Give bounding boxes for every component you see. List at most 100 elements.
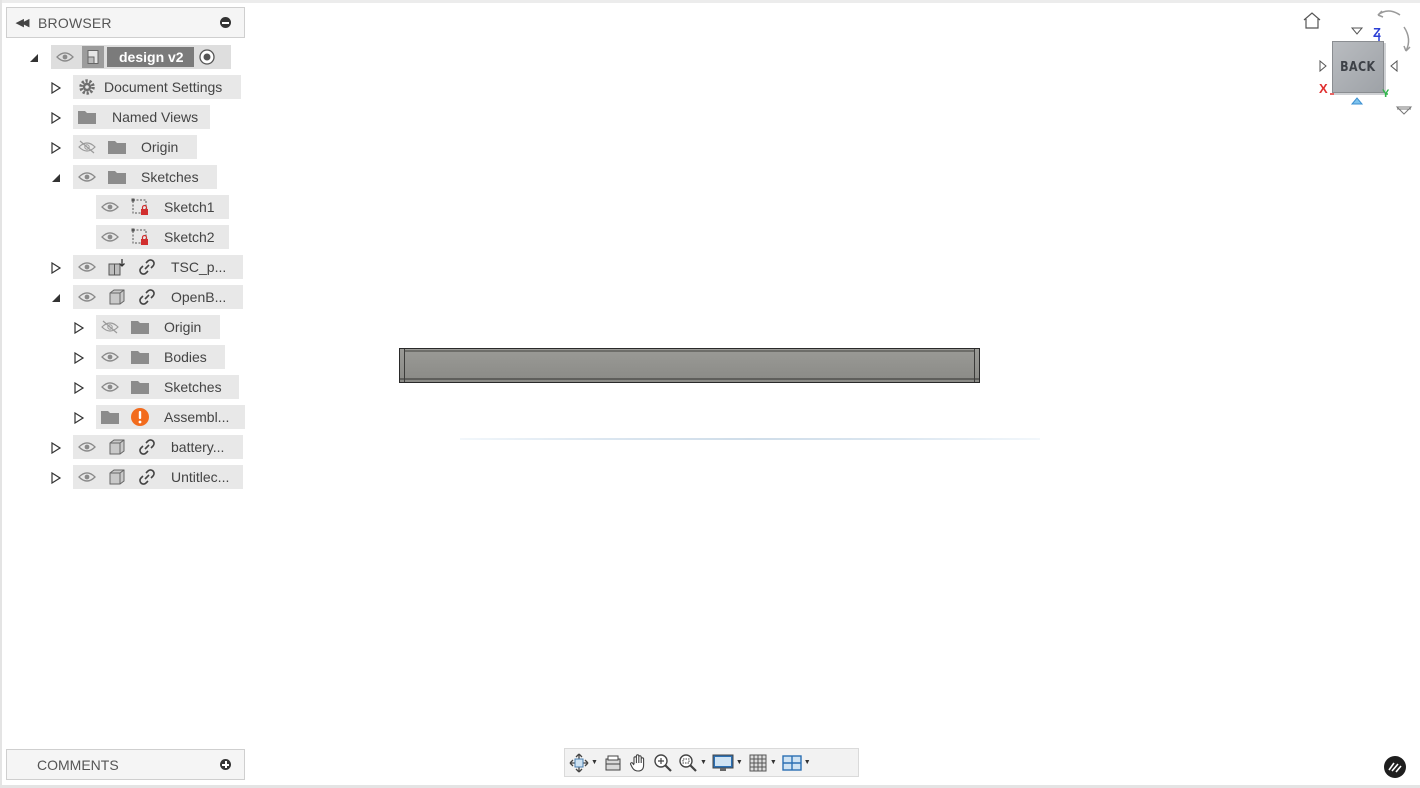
link-icon bbox=[136, 286, 158, 308]
sketch-locked-icon bbox=[129, 226, 151, 248]
grid-settings-tool[interactable]: ▼ bbox=[748, 750, 777, 776]
grid-icon bbox=[749, 754, 767, 771]
collapsed-arrow-icon[interactable] bbox=[50, 82, 62, 94]
collapsed-arrow-icon[interactable] bbox=[50, 142, 62, 154]
folder-icon bbox=[129, 316, 151, 338]
double-chevron-left-icon[interactable]: ◀◀ bbox=[7, 16, 35, 29]
collapsed-arrow-icon[interactable] bbox=[73, 382, 85, 394]
eye-hidden-icon[interactable] bbox=[76, 136, 98, 158]
app-badge-icon[interactable] bbox=[1384, 756, 1406, 778]
folder-icon bbox=[129, 346, 151, 368]
tree-item-origin[interactable]: Origin bbox=[73, 135, 197, 159]
monitor-icon bbox=[712, 754, 734, 771]
navigation-toolbar: ▼ ▼ ▼ ▼ ▼ bbox=[564, 748, 859, 777]
collapsed-arrow-icon[interactable] bbox=[73, 352, 85, 364]
tree-item-label: OpenB... bbox=[171, 289, 227, 305]
tree-item-named-views[interactable]: Named Views bbox=[73, 105, 210, 129]
collapse-panel-icon[interactable] bbox=[220, 17, 231, 28]
caret-down-icon: ▼ bbox=[803, 759, 811, 766]
tree-item-sketches-nested[interactable]: Sketches bbox=[96, 375, 239, 399]
collapsed-arrow-icon[interactable] bbox=[50, 472, 62, 484]
collapsed-arrow-icon[interactable] bbox=[50, 442, 62, 454]
collapsed-arrow-icon[interactable] bbox=[73, 412, 85, 424]
tree-item-assembly[interactable]: Assembl... bbox=[96, 405, 245, 429]
look-at-icon bbox=[605, 755, 621, 770]
display-settings-tool[interactable]: ▼ bbox=[712, 750, 743, 776]
tree-item-sketches[interactable]: Sketches bbox=[73, 165, 217, 189]
zoom-tool[interactable] bbox=[653, 750, 673, 776]
link-icon bbox=[136, 466, 158, 488]
tree-item-document-settings[interactable]: Document Settings bbox=[73, 75, 241, 99]
caret-down-icon: ▼ bbox=[769, 759, 777, 766]
collapsed-arrow-icon[interactable] bbox=[50, 262, 62, 274]
tree-item-origin-nested[interactable]: Origin bbox=[96, 315, 220, 339]
model-edge bbox=[974, 349, 975, 382]
hand-icon bbox=[629, 753, 645, 772]
tree-item-bodies[interactable]: Bodies bbox=[96, 345, 225, 369]
model-body[interactable] bbox=[399, 348, 980, 383]
eye-icon[interactable] bbox=[99, 346, 121, 368]
sketch-locked-icon bbox=[129, 196, 151, 218]
browser-panel-header: ◀◀ BROWSER bbox=[6, 7, 245, 38]
eye-icon[interactable] bbox=[99, 196, 121, 218]
expanded-arrow-icon[interactable] bbox=[28, 52, 40, 64]
comments-panel[interactable]: COMMENTS bbox=[6, 749, 245, 780]
eye-icon[interactable] bbox=[76, 286, 98, 308]
folder-icon bbox=[76, 106, 98, 128]
eye-icon[interactable] bbox=[76, 166, 98, 188]
pan-tool[interactable] bbox=[628, 750, 648, 776]
tree-item-label: battery... bbox=[171, 439, 225, 455]
eye-icon[interactable] bbox=[76, 436, 98, 458]
tree-item-label: Named Views bbox=[112, 109, 199, 125]
collapsed-arrow-icon[interactable] bbox=[50, 112, 62, 124]
orbit-icon bbox=[569, 753, 589, 772]
gear-icon bbox=[76, 76, 98, 98]
document-icon bbox=[82, 46, 104, 68]
tree-item-label: Origin bbox=[141, 139, 179, 155]
zoom-icon bbox=[654, 753, 672, 772]
link-icon bbox=[136, 256, 158, 278]
tree-item-tsc[interactable]: TSC_p... bbox=[73, 255, 243, 279]
tree-item-label: Sketches bbox=[164, 379, 222, 395]
tree-item-battery[interactable]: battery... bbox=[73, 435, 243, 459]
component-icon bbox=[106, 286, 128, 308]
axis-z-label: Z bbox=[1373, 25, 1381, 40]
eye-icon[interactable] bbox=[54, 46, 76, 68]
model-edge bbox=[404, 350, 975, 352]
look-at-tool[interactable] bbox=[603, 750, 623, 776]
comments-title: COMMENTS bbox=[37, 756, 119, 773]
tree-item-openb[interactable]: OpenB... bbox=[73, 285, 243, 309]
caret-down-icon: ▼ bbox=[699, 759, 707, 766]
tree-item-label: Sketch2 bbox=[164, 229, 215, 245]
tree-item-sketch2[interactable]: Sketch2 bbox=[96, 225, 229, 249]
tree-root-design[interactable]: design v2 bbox=[51, 45, 231, 69]
tree-item-sketch1[interactable]: Sketch1 bbox=[96, 195, 229, 219]
zoom-window-icon bbox=[679, 753, 697, 772]
caret-down-icon: ▼ bbox=[591, 759, 598, 766]
fit-tool[interactable]: ▼ bbox=[678, 750, 707, 776]
tree-item-label: Origin bbox=[164, 319, 202, 335]
expanded-arrow-icon[interactable] bbox=[50, 172, 62, 184]
component-icon bbox=[106, 436, 128, 458]
view-cube-face[interactable]: BACK bbox=[1332, 41, 1384, 93]
expanded-arrow-icon[interactable] bbox=[50, 292, 62, 304]
eye-icon[interactable] bbox=[76, 256, 98, 278]
eye-icon[interactable] bbox=[76, 466, 98, 488]
activate-radio-icon[interactable] bbox=[196, 46, 218, 68]
tree-item-untitled[interactable]: Untitlec... bbox=[73, 465, 243, 489]
eye-hidden-icon[interactable] bbox=[99, 316, 121, 338]
eye-icon[interactable] bbox=[99, 226, 121, 248]
add-comment-icon[interactable] bbox=[220, 759, 231, 770]
tree-item-label: Untitlec... bbox=[171, 469, 230, 485]
view-cube-label: BACK bbox=[1340, 59, 1376, 75]
folder-icon bbox=[106, 166, 128, 188]
warning-icon bbox=[129, 406, 151, 428]
orbit-tool[interactable]: ▼ bbox=[569, 750, 598, 776]
component-icon bbox=[106, 466, 128, 488]
tree-item-label: Document Settings bbox=[104, 79, 223, 95]
axis-y-label: Y bbox=[1382, 88, 1390, 100]
eye-icon[interactable] bbox=[99, 376, 121, 398]
viewports-tool[interactable]: ▼ bbox=[782, 750, 811, 776]
link-icon bbox=[136, 436, 158, 458]
collapsed-arrow-icon[interactable] bbox=[73, 322, 85, 334]
